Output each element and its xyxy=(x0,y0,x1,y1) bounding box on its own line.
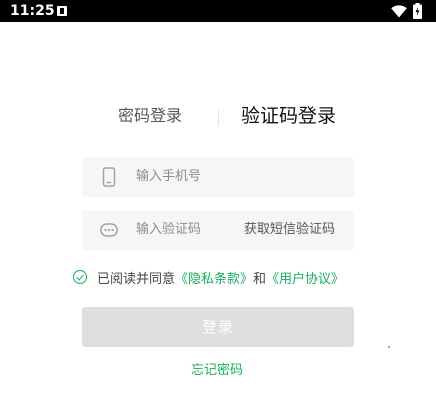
status-time: 11:25 xyxy=(10,3,55,19)
tab-code-login[interactable]: 验证码登录 xyxy=(241,104,336,128)
phone-icon xyxy=(102,167,116,187)
notification-icon xyxy=(57,6,67,16)
code-input[interactable] xyxy=(136,221,236,239)
user-agreement-link[interactable]: 《用户协议》 xyxy=(266,268,344,287)
login-button[interactable]: 登录 xyxy=(82,307,354,347)
decorative-dot xyxy=(388,346,390,348)
forgot-password-link[interactable]: 忘记密码 xyxy=(191,362,243,380)
privacy-policy-link[interactable]: 《隐私条款》 xyxy=(175,268,253,287)
code-field[interactable]: 获取短信验证码 xyxy=(82,210,354,250)
status-right xyxy=(391,3,422,19)
wifi-icon xyxy=(391,4,407,17)
battery-icon xyxy=(413,3,422,19)
message-icon xyxy=(100,223,118,237)
tab-password-login[interactable]: 密码登录 xyxy=(118,106,182,126)
status-bar: 11:25 xyxy=(0,0,436,22)
agreement-checkbox[interactable] xyxy=(73,270,87,284)
login-screen: 密码登录 验证码登录 获取短信验证码 已阅读并同意 《隐私条款》 和 《用户协议… xyxy=(0,22,436,408)
phone-input[interactable] xyxy=(136,168,256,186)
get-sms-code-button[interactable]: 获取短信验证码 xyxy=(244,221,335,239)
phone-field[interactable] xyxy=(82,157,354,197)
tab-divider xyxy=(218,110,219,126)
agreement-row: 已阅读并同意 《隐私条款》 和 《用户协议》 xyxy=(73,268,344,287)
agreement-and: 和 xyxy=(253,271,267,287)
agreement-prefix: 已阅读并同意 xyxy=(97,271,176,287)
